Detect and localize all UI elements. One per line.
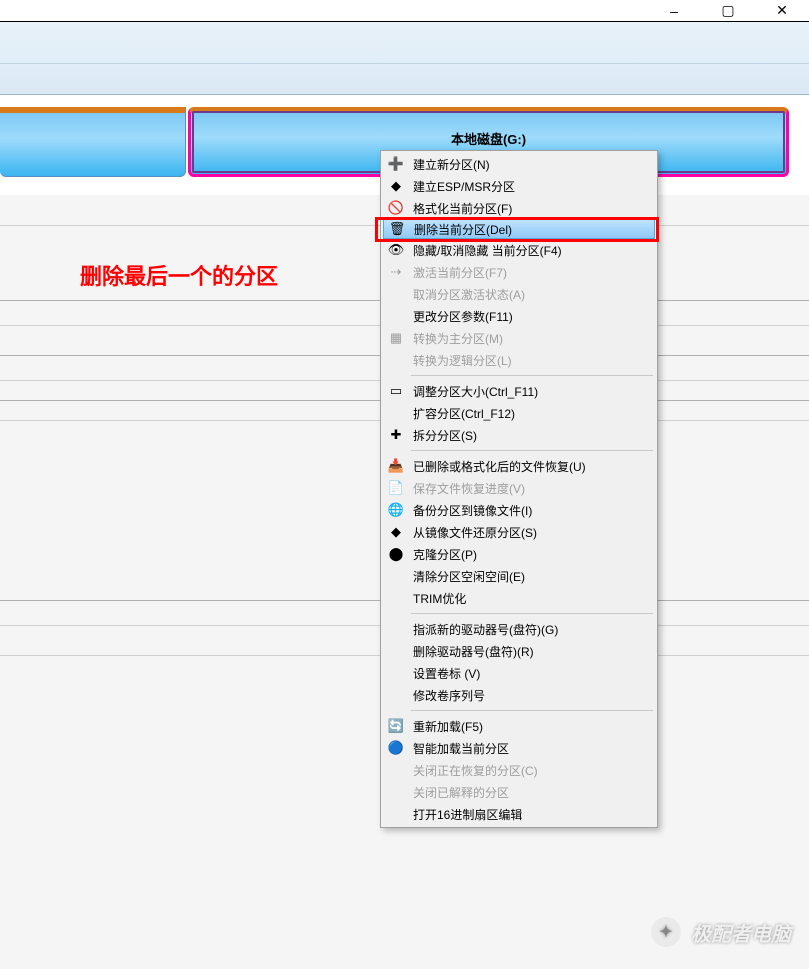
titlebar: – ▢ ✕ — [0, 0, 809, 22]
menu-item-to-primary: ▦转换为主分区(M) — [383, 327, 655, 349]
menu-item-split[interactable]: ✚拆分分区(S) — [383, 424, 655, 446]
menu-item-label: TRIM优化 — [409, 590, 655, 607]
menu-separator — [411, 613, 653, 614]
menu-item-format[interactable]: 🚫格式化当前分区(F) — [383, 197, 655, 219]
menu-item-trim[interactable]: TRIM优化 — [383, 587, 655, 609]
menu-item-label: 调整分区大小(Ctrl_F11) — [409, 383, 655, 400]
partition-bar-left[interactable] — [0, 107, 186, 177]
menu-item-label: 保存文件恢复进度(V) — [409, 480, 655, 497]
menu-item-save-progress: 📄保存文件恢复进度(V) — [383, 477, 655, 499]
new-partition-icon: ➕ — [383, 156, 409, 172]
menu-item-backup-image[interactable]: 🌐备份分区到镜像文件(I) — [383, 499, 655, 521]
menu-item-label: 智能加载当前分区 — [409, 740, 655, 757]
menu-item-new-partition[interactable]: ➕建立新分区(N) — [383, 153, 655, 175]
menu-item-label: 隐藏/取消隐藏 当前分区(F4) — [409, 242, 655, 259]
menu-item-label: 已删除或格式化后的文件恢复(U) — [409, 458, 655, 475]
menu-item-label: 设置卷标 (V) — [409, 665, 655, 682]
resize-icon: ▭ — [383, 383, 409, 399]
menu-item-reload[interactable]: 🔄重新加载(F5) — [383, 715, 655, 737]
partition-label: 本地磁盘(G:) — [451, 129, 526, 148]
wechat-icon: ✦ — [651, 917, 681, 947]
menu-item-smart-load[interactable]: 🔵智能加载当前分区 — [383, 737, 655, 759]
menu-item-close-parsed: 关闭已解释的分区 — [383, 781, 655, 803]
menu-separator — [411, 375, 653, 376]
menu-item-label: 关闭已解释的分区 — [409, 784, 655, 801]
menu-item-assign-letter[interactable]: 指派新的驱动器号(盘符)(G) — [383, 618, 655, 640]
menu-item-label: 扩容分区(Ctrl_F12) — [409, 405, 655, 422]
menu-item-hide[interactable]: 👁隐藏/取消隐藏 当前分区(F4) — [383, 239, 655, 261]
annotation-text: 删除最后一个的分区 — [80, 259, 278, 291]
split-icon: ✚ — [383, 427, 409, 443]
smart-load-icon: 🔵 — [383, 740, 409, 756]
delete-icon: 🗑 — [384, 221, 410, 237]
menu-item-label: 删除驱动器号(盘符)(R) — [409, 643, 655, 660]
menu-item-to-logical: 转换为逻辑分区(L) — [383, 349, 655, 371]
menu-item-label: 指派新的驱动器号(盘符)(G) — [409, 621, 655, 638]
menu-item-hex-editor[interactable]: 打开16进制扇区编辑 — [383, 803, 655, 825]
menu-item-label: 克隆分区(P) — [409, 546, 655, 563]
toolbar — [0, 22, 809, 95]
menu-item-label: 拆分分区(S) — [409, 427, 655, 444]
minimize-button[interactable]: – — [657, 0, 691, 22]
context-menu: ➕建立新分区(N)◆建立ESP/MSR分区🚫格式化当前分区(F)🗑删除当前分区(… — [380, 150, 658, 828]
menu-item-extend[interactable]: 扩容分区(Ctrl_F12) — [383, 402, 655, 424]
to-primary-icon: ▦ — [383, 330, 409, 346]
esp-msr-icon: ◆ — [383, 178, 409, 194]
menu-item-label: 重新加载(F5) — [409, 718, 655, 735]
format-icon: 🚫 — [383, 200, 409, 216]
recover-files-icon: 📥 — [383, 458, 409, 474]
menu-item-label: 关闭正在恢复的分区(C) — [409, 762, 655, 779]
reload-icon: 🔄 — [383, 718, 409, 734]
watermark-text: 极配者电脑 — [691, 918, 791, 947]
menu-item-label: 建立ESP/MSR分区 — [409, 178, 655, 195]
menu-item-activate: ⇢激活当前分区(F7) — [383, 261, 655, 283]
menu-item-label: 修改卷序列号 — [409, 687, 655, 704]
maximize-button[interactable]: ▢ — [711, 0, 745, 22]
menu-separator — [411, 450, 653, 451]
menu-item-label: 取消分区激活状态(A) — [409, 286, 655, 303]
close-button[interactable]: ✕ — [765, 0, 799, 22]
menu-item-label: 格式化当前分区(F) — [409, 200, 655, 217]
menu-item-clone[interactable]: ⬤克隆分区(P) — [383, 543, 655, 565]
menu-item-label: 备份分区到镜像文件(I) — [409, 502, 655, 519]
hide-icon: 👁 — [383, 242, 409, 258]
menu-item-label: 更改分区参数(F11) — [409, 308, 655, 325]
backup-image-icon: 🌐 — [383, 502, 409, 518]
save-progress-icon: 📄 — [383, 480, 409, 496]
menu-item-esp-msr[interactable]: ◆建立ESP/MSR分区 — [383, 175, 655, 197]
clone-icon: ⬤ — [383, 546, 409, 562]
menu-item-change-params[interactable]: 更改分区参数(F11) — [383, 305, 655, 327]
menu-separator — [411, 710, 653, 711]
menu-item-resize[interactable]: ▭调整分区大小(Ctrl_F11) — [383, 380, 655, 402]
menu-item-label: 清除分区空闲空间(E) — [409, 568, 655, 585]
menu-item-wipe-free[interactable]: 清除分区空闲空间(E) — [383, 565, 655, 587]
activate-icon: ⇢ — [383, 264, 409, 280]
menu-item-label: 建立新分区(N) — [409, 156, 655, 173]
menu-item-modify-serial[interactable]: 修改卷序列号 — [383, 684, 655, 706]
menu-item-label: 激活当前分区(F7) — [409, 264, 655, 281]
menu-item-label: 从镜像文件还原分区(S) — [409, 524, 655, 541]
menu-item-label: 转换为逻辑分区(L) — [409, 352, 655, 369]
menu-item-deactivate: 取消分区激活状态(A) — [383, 283, 655, 305]
restore-image-icon: ◆ — [383, 524, 409, 540]
menu-item-remove-letter[interactable]: 删除驱动器号(盘符)(R) — [383, 640, 655, 662]
menu-item-label: 转换为主分区(M) — [409, 330, 655, 347]
menu-item-set-volume-label[interactable]: 设置卷标 (V) — [383, 662, 655, 684]
menu-item-label: 打开16进制扇区编辑 — [409, 806, 655, 823]
menu-item-recover-files[interactable]: 📥已删除或格式化后的文件恢复(U) — [383, 455, 655, 477]
menu-item-close-recovering: 关闭正在恢复的分区(C) — [383, 759, 655, 781]
menu-item-label: 删除当前分区(Del) — [410, 221, 654, 238]
watermark: ✦ 极配者电脑 — [651, 917, 791, 947]
menu-item-delete[interactable]: 🗑删除当前分区(Del) — [383, 219, 655, 239]
menu-item-restore-image[interactable]: ◆从镜像文件还原分区(S) — [383, 521, 655, 543]
